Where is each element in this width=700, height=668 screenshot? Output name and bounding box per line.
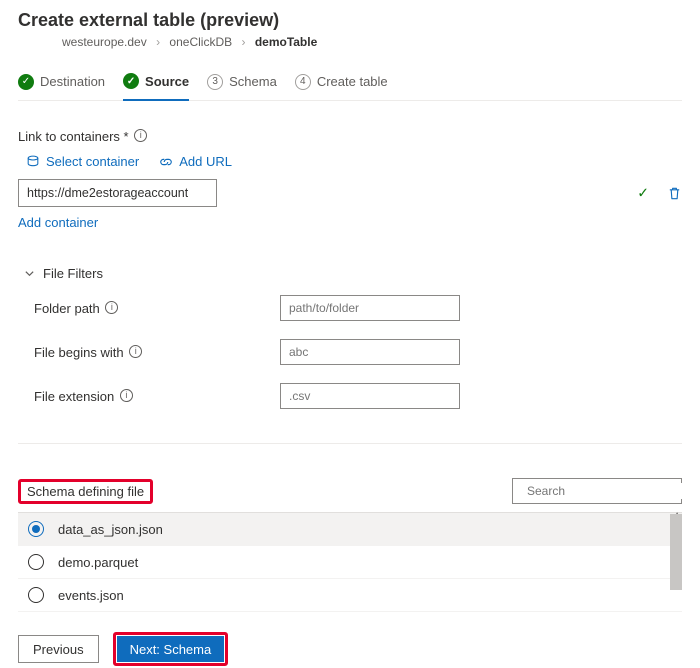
step-create-table[interactable]: 4 Create table: [295, 68, 388, 100]
link-to-containers-label: Link to containers i: [18, 129, 682, 144]
check-icon: ✓: [18, 74, 34, 90]
step-destination[interactable]: ✓ Destination: [18, 68, 105, 100]
container-url-input[interactable]: [18, 179, 217, 207]
breadcrumb-item-current: demoTable: [255, 35, 317, 49]
radio-icon[interactable]: [28, 521, 44, 537]
step-label: Destination: [40, 74, 105, 89]
divider: [18, 443, 682, 444]
file-filters-toggle[interactable]: File Filters: [24, 266, 682, 281]
scrollbar-thumb[interactable]: [670, 514, 682, 590]
file-name: demo.parquet: [58, 555, 138, 570]
previous-button[interactable]: Previous: [18, 635, 99, 663]
radio-icon[interactable]: [28, 554, 44, 570]
schema-defining-file-heading: Schema defining file: [18, 479, 153, 504]
step-schema[interactable]: 3 Schema: [207, 68, 277, 100]
file-extension-label: File extension i: [34, 389, 280, 404]
chevron-right-icon: ›: [156, 35, 160, 49]
info-icon[interactable]: i: [120, 389, 133, 402]
chevron-right-icon: ›: [241, 35, 245, 49]
trash-icon: [667, 186, 682, 201]
folder-path-label: Folder path i: [34, 301, 280, 316]
radio-icon[interactable]: [28, 587, 44, 603]
highlight-box: Next: Schema: [113, 632, 229, 666]
file-name: events.json: [58, 588, 124, 603]
check-icon: ✓: [123, 73, 139, 89]
delete-button[interactable]: [667, 186, 682, 201]
step-label: Create table: [317, 74, 388, 89]
step-label: Schema: [229, 74, 277, 89]
file-begins-with-input[interactable]: [280, 339, 460, 365]
info-icon[interactable]: i: [105, 301, 118, 314]
valid-check-icon: ✓: [637, 185, 649, 202]
step-label: Source: [145, 74, 189, 89]
info-icon[interactable]: i: [129, 345, 142, 358]
info-icon[interactable]: i: [134, 129, 147, 142]
file-name: data_as_json.json: [58, 522, 163, 537]
search-input[interactable]: [525, 483, 684, 499]
select-container-button[interactable]: Select container: [26, 154, 139, 169]
container-toolbar: Select container Add URL: [26, 154, 682, 169]
step-number-icon: 3: [207, 74, 223, 90]
breadcrumb: westeurope.dev › oneClickDB › demoTable: [62, 35, 682, 49]
stepper: ✓ Destination ✓ Source 3 Schema 4 Create…: [18, 63, 682, 101]
list-item[interactable]: demo.parquet: [18, 546, 682, 579]
add-url-button[interactable]: Add URL: [159, 154, 232, 169]
file-extension-input[interactable]: [280, 383, 460, 409]
next-schema-button[interactable]: Next: Schema: [117, 636, 225, 662]
database-icon: [26, 155, 40, 169]
breadcrumb-item[interactable]: oneClickDB: [169, 35, 232, 49]
breadcrumb-item[interactable]: westeurope.dev: [62, 35, 147, 49]
list-item[interactable]: data_as_json.json: [18, 513, 682, 546]
link-icon: [159, 155, 173, 169]
schema-file-list: data_as_json.json demo.parquet events.js…: [18, 512, 682, 612]
page-title: Create external table (preview): [18, 10, 682, 31]
step-number-icon: 4: [295, 74, 311, 90]
step-source[interactable]: ✓ Source: [123, 67, 189, 101]
file-begins-with-label: File begins with i: [34, 345, 280, 360]
add-container-link[interactable]: Add container: [18, 215, 98, 230]
folder-path-input[interactable]: [280, 295, 460, 321]
search-input-wrapper[interactable]: [512, 478, 682, 504]
list-item[interactable]: events.json: [18, 579, 682, 612]
chevron-down-icon: [24, 268, 35, 279]
